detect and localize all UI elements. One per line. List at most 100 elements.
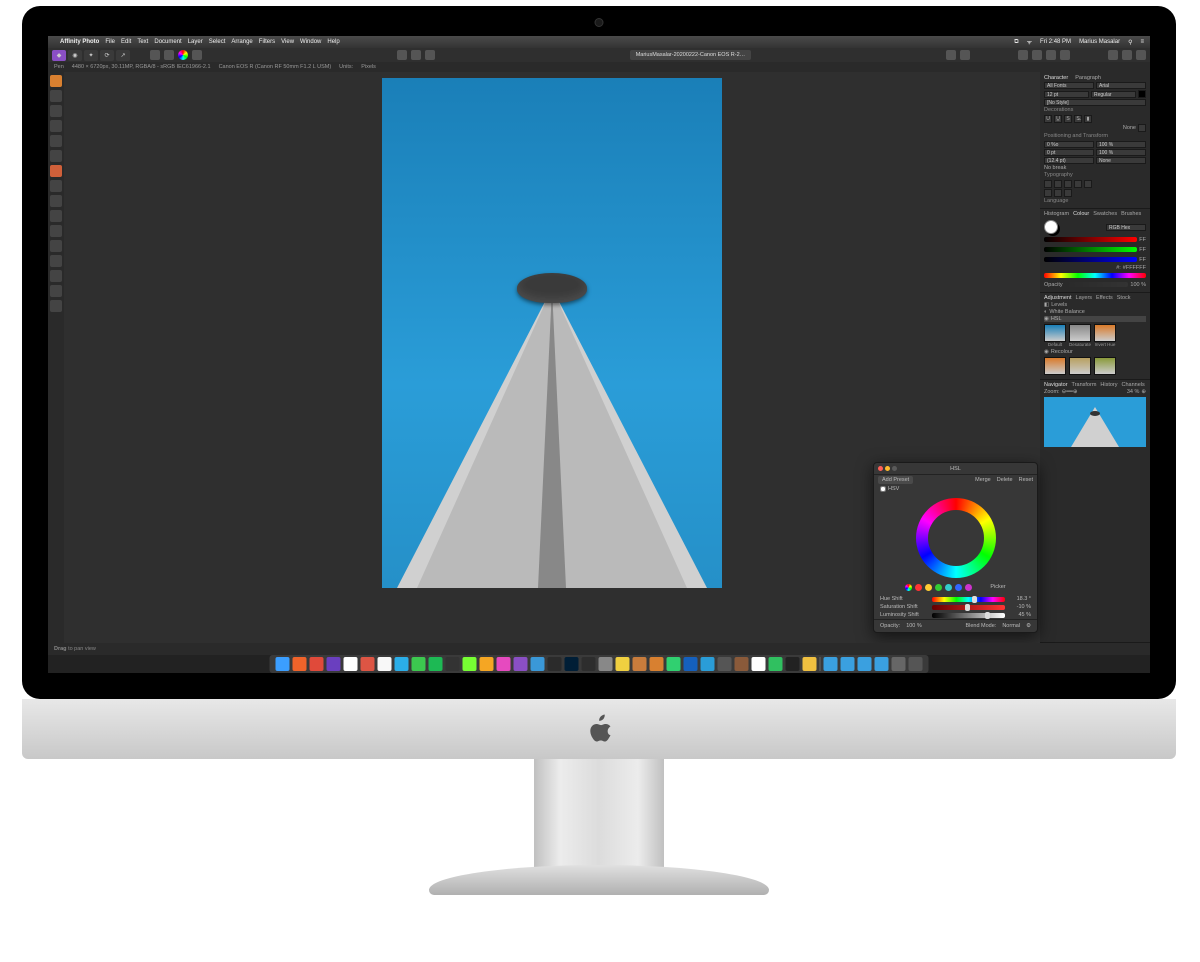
tab-character[interactable]: Character [1044, 75, 1068, 81]
delete-button[interactable]: Delete [997, 477, 1013, 483]
assistant-icon[interactable] [1108, 50, 1118, 60]
dock-app-icon[interactable] [378, 657, 392, 671]
menu-help[interactable]: Help [327, 39, 339, 45]
tab-swatches[interactable]: Swatches [1093, 211, 1117, 217]
typo-btn[interactable] [1064, 189, 1072, 197]
dock-app-icon[interactable] [361, 657, 375, 671]
adj-recolour[interactable]: ◉ Recolour [1044, 349, 1146, 355]
typography-header[interactable]: Typography [1044, 172, 1146, 178]
double-strike-button[interactable]: S̶ [1074, 115, 1082, 123]
double-underline-button[interactable]: U̲ [1054, 115, 1062, 123]
sat-shift-value[interactable]: -10 % [1009, 604, 1031, 610]
recolour-preset[interactable] [1094, 357, 1116, 375]
gear-icon[interactable]: ⚙ [1026, 623, 1031, 629]
dock-app-icon[interactable] [650, 657, 664, 671]
assistant-icon[interactable] [1136, 50, 1146, 60]
hue-shift-slider[interactable] [932, 597, 1005, 602]
dock-app-icon[interactable] [446, 657, 460, 671]
view-tool[interactable] [50, 75, 62, 87]
dock-app-icon[interactable] [548, 657, 562, 671]
brush-tool[interactable] [50, 165, 62, 177]
dock-app-icon[interactable] [327, 657, 341, 671]
tab-effects[interactable]: Effects [1096, 295, 1113, 301]
dock-app-icon[interactable] [803, 657, 817, 671]
tab-histogram[interactable]: Histogram [1044, 211, 1069, 217]
b-val[interactable]: FF [1139, 257, 1146, 263]
dock-app-icon[interactable] [769, 657, 783, 671]
dock-app-icon[interactable] [463, 657, 477, 671]
menu-file[interactable]: File [105, 39, 115, 45]
font-size-input[interactable]: 12 pt [1044, 91, 1089, 98]
dock-app-icon[interactable] [599, 657, 613, 671]
tab-history[interactable]: History [1100, 382, 1117, 388]
export-persona[interactable]: ↗ [116, 50, 130, 61]
menu-edit[interactable]: Edit [121, 39, 131, 45]
dock-app-icon[interactable] [310, 657, 324, 671]
units-value[interactable]: Pixels [361, 64, 376, 70]
dock-app-icon[interactable] [735, 657, 749, 671]
dock-stack-icon[interactable] [875, 657, 889, 671]
hsl-red-dot[interactable] [915, 584, 922, 591]
toolbar-icon[interactable] [164, 50, 174, 60]
zoom-value[interactable]: 34 % [1127, 389, 1140, 395]
spotlight-icon[interactable]: ⚲ [1128, 39, 1132, 46]
dock-app-icon[interactable] [276, 657, 290, 671]
tracking-input[interactable]: 0 %o [1044, 141, 1094, 148]
tab-brushes[interactable]: Brushes [1121, 211, 1141, 217]
notification-center-icon[interactable]: ≡ [1140, 39, 1144, 45]
flood-select-tool[interactable] [50, 150, 62, 162]
selection-mode-icon[interactable] [425, 50, 435, 60]
add-preset-button[interactable]: Add Preset [878, 476, 913, 484]
font-weight-select[interactable]: Regular [1091, 91, 1136, 98]
hscale-input[interactable]: 100 % [1096, 149, 1146, 156]
vscale-input[interactable]: None [1096, 157, 1146, 164]
lum-shift-slider[interactable] [932, 613, 1005, 618]
recolour-preset[interactable] [1069, 357, 1091, 375]
dock-app-icon[interactable] [633, 657, 647, 671]
arrange-icon[interactable] [1032, 50, 1042, 60]
erase-tool[interactable] [50, 195, 62, 207]
dock-app-icon[interactable] [497, 657, 511, 671]
tab-layers[interactable]: Layers [1076, 295, 1093, 301]
blend-mode-select[interactable]: Normal [1002, 623, 1020, 629]
dock-app-icon[interactable] [293, 657, 307, 671]
tonemap-persona[interactable]: ⟳ [100, 50, 114, 61]
snap-icon[interactable] [946, 50, 956, 60]
hue-shift-value[interactable]: 18.3 ° [1009, 596, 1031, 602]
g-val[interactable]: FF [1139, 247, 1146, 253]
hex-value[interactable]: #FFFFFF [1123, 265, 1146, 271]
reset-button[interactable]: Reset [1019, 477, 1033, 483]
tab-stock[interactable]: Stock [1117, 295, 1131, 301]
clock[interactable]: Fri 2:48 PM [1040, 39, 1071, 45]
hsl-dialog[interactable]: HSL Add Preset Merge Delete Reset HSV [873, 462, 1038, 633]
arrange-icon[interactable] [1046, 50, 1056, 60]
dock-app-icon[interactable] [514, 657, 528, 671]
hue-spectrum[interactable] [1044, 273, 1146, 278]
dropbox-icon[interactable]: ⧉ [1014, 39, 1018, 46]
typo-btn[interactable] [1054, 189, 1062, 197]
picker-label[interactable]: Picker [990, 584, 1005, 591]
develop-persona[interactable]: ✦ [84, 50, 98, 61]
dock-stack-icon[interactable] [841, 657, 855, 671]
font-family-select[interactable]: Arial [1096, 82, 1146, 89]
dock-app-icon[interactable] [616, 657, 630, 671]
dodge-tool[interactable] [50, 225, 62, 237]
hsl-blue-dot[interactable] [955, 584, 962, 591]
merge-button[interactable]: Merge [975, 477, 991, 483]
text-tool[interactable] [50, 285, 62, 297]
zoom-button[interactable] [892, 466, 897, 471]
toolbar-icon[interactable] [150, 50, 160, 60]
underline-button[interactable]: U [1044, 115, 1052, 123]
typo-btn[interactable] [1044, 189, 1052, 197]
toolbar-icon[interactable] [192, 50, 202, 60]
selection-tool[interactable] [50, 135, 62, 147]
selection-mode-icon[interactable] [411, 50, 421, 60]
stroke-colour[interactable] [1138, 124, 1146, 132]
dock-app-icon[interactable] [344, 657, 358, 671]
menu-select[interactable]: Select [209, 39, 226, 45]
photo-persona[interactable]: ◆ [52, 50, 66, 61]
g-slider[interactable] [1044, 247, 1137, 252]
inpaint-tool[interactable] [50, 240, 62, 252]
colour-picker-tool[interactable] [50, 105, 62, 117]
hsl-yellow-dot[interactable] [925, 584, 932, 591]
